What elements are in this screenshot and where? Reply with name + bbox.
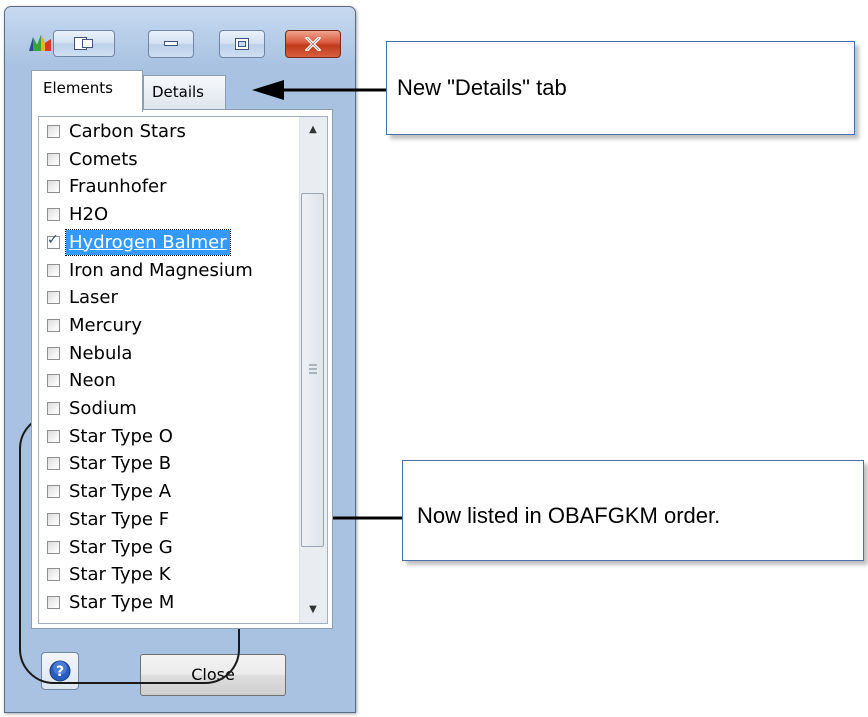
list-item[interactable]: Star Type M — [39, 590, 309, 617]
list-item-label: Neon — [69, 370, 116, 392]
elements-tab-panel: Carbon Stars Comets Fraunhofer H2O ✓ Hydrogen… — [31, 109, 333, 629]
list-item[interactable]: Nebula — [39, 341, 309, 368]
list-item-label: Star Type A — [69, 481, 172, 503]
checkbox[interactable] — [47, 402, 60, 415]
spectrum-app-icon — [29, 35, 51, 51]
list-item-label: Iron and Magnesium — [69, 259, 253, 281]
order-callout: Now listed in OBAFGKM order. — [402, 460, 864, 561]
list-item-label: Hydrogen Balmer — [65, 228, 231, 256]
list-item[interactable]: Star Type B — [39, 451, 309, 478]
list-item-label: Star Type M — [69, 591, 175, 613]
list-item[interactable]: Fraunhofer — [39, 174, 309, 201]
list-item[interactable]: Mercury — [39, 313, 309, 340]
title-bar[interactable] — [5, 7, 355, 59]
scroll-grip-icon — [309, 364, 317, 374]
checkbox[interactable] — [47, 485, 60, 499]
checkbox[interactable] — [47, 180, 60, 194]
list-item[interactable]: Laser — [39, 285, 309, 312]
list-item[interactable]: Star Type A — [39, 479, 309, 506]
window-close-button[interactable] — [285, 30, 341, 58]
list-item[interactable]: Neon — [39, 368, 309, 395]
list-item[interactable]: Star Type F — [39, 507, 309, 534]
checkbox[interactable] — [47, 512, 60, 526]
checkbox[interactable] — [47, 568, 60, 582]
list-item-label: Laser — [69, 287, 118, 309]
list-item-label: Fraunhofer — [69, 176, 167, 198]
close-x-icon — [305, 37, 321, 51]
list-item[interactable]: H2O — [39, 202, 309, 229]
list-item-label: Nebula — [69, 342, 133, 364]
order-callout-text: Now listed in OBAFGKM order. — [417, 503, 721, 528]
close-button[interactable]: Close — [140, 654, 286, 696]
maximize-button[interactable] — [219, 30, 265, 58]
list-item-label: Star Type O — [69, 425, 173, 447]
restore-down-button[interactable] — [53, 30, 115, 57]
checkbox[interactable] — [47, 125, 60, 138]
help-icon: ? — [49, 660, 71, 682]
minimize-icon — [164, 41, 178, 46]
restore-icon — [74, 37, 93, 50]
checkbox[interactable] — [47, 291, 60, 305]
dialog-window: Elements Details Carbon Stars Comets Fraun… — [4, 6, 356, 713]
elements-checklist[interactable]: Carbon Stars Comets Fraunhofer H2O ✓ Hydrogen… — [38, 116, 328, 624]
checkbox[interactable] — [47, 152, 60, 166]
checkbox[interactable] — [47, 208, 60, 222]
list-item[interactable]: Carbon Stars — [39, 119, 309, 146]
checkbox[interactable] — [47, 374, 60, 388]
list-item[interactable]: Iron and Magnesium — [39, 258, 309, 285]
maximize-icon — [235, 38, 249, 50]
checkbox[interactable] — [47, 595, 60, 609]
list-item[interactable]: Comets — [39, 147, 309, 174]
svg-text:?: ? — [56, 664, 64, 680]
list-item[interactable]: ✓ Hydrogen Balmer — [39, 228, 309, 257]
list-item-label: Star Type B — [69, 453, 172, 475]
list-item-label: H2O — [69, 204, 109, 226]
scroll-up-arrow-icon[interactable]: ▲ — [302, 119, 324, 141]
details-callout-text: New "Details" tab — [397, 75, 567, 100]
list-item[interactable]: Star Type K — [39, 562, 309, 589]
tab-elements[interactable]: Elements — [31, 70, 143, 112]
checkbox[interactable] — [47, 263, 60, 277]
checkbox[interactable] — [47, 318, 60, 332]
checkbox[interactable] — [47, 540, 60, 554]
checkbox[interactable] — [47, 457, 60, 471]
list-item[interactable]: Sodium — [39, 396, 309, 423]
tab-details[interactable]: Details — [143, 75, 226, 109]
tab-elements-label: Elements — [43, 79, 113, 97]
scroll-down-arrow-icon[interactable]: ▼ — [302, 599, 324, 621]
list-item-label: Star Type F — [69, 508, 170, 530]
list-item[interactable]: Star Type O — [39, 424, 309, 451]
tab-details-label: Details — [152, 83, 205, 101]
list-item-label: Mercury — [69, 314, 142, 336]
checkbox[interactable] — [47, 429, 60, 443]
list-item-label: Comets — [69, 148, 138, 170]
checkbox[interactable] — [47, 346, 60, 360]
checkbox-checked[interactable]: ✓ — [47, 232, 60, 249]
vertical-scrollbar[interactable]: ▲ ▼ — [299, 117, 327, 623]
list-item-label: Star Type G — [69, 536, 173, 558]
details-tab-callout: New "Details" tab — [386, 41, 855, 135]
list-item-label: Carbon Stars — [69, 121, 186, 142]
list-item-label: Star Type K — [69, 564, 171, 586]
scroll-thumb[interactable] — [301, 193, 324, 547]
list-item-label: Sodium — [69, 398, 137, 419]
checkmark-icon: ✓ — [47, 231, 59, 248]
minimize-button[interactable] — [148, 30, 194, 58]
help-button[interactable]: ? — [41, 652, 79, 690]
list-item[interactable]: Star Type G — [39, 535, 309, 562]
